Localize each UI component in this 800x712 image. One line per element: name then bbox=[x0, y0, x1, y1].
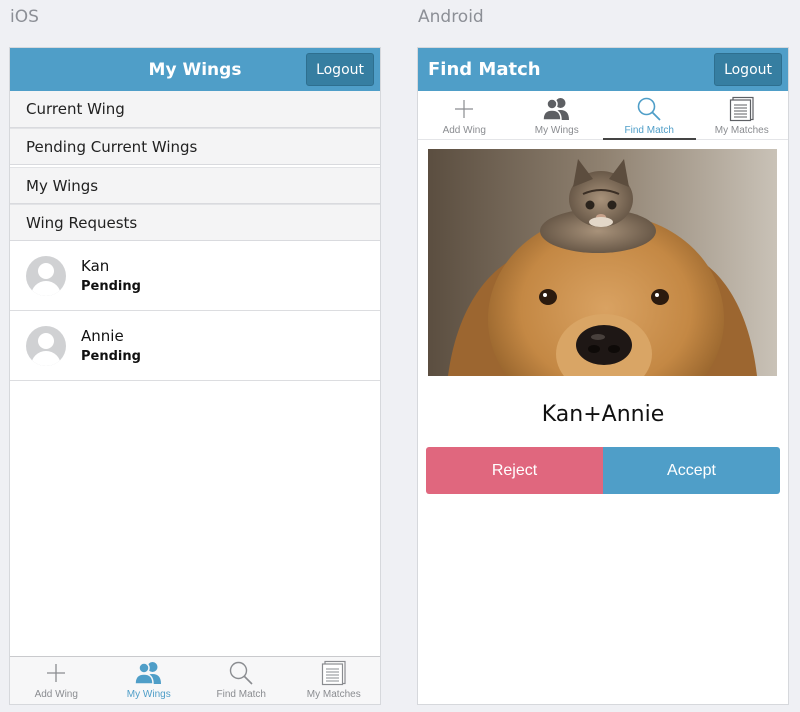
tab-label: My Matches bbox=[306, 689, 361, 700]
android-app-bar: Find Match Logout bbox=[418, 48, 788, 91]
ios-platform-label: iOS bbox=[10, 7, 39, 27]
tab-my-wings[interactable]: My Wings bbox=[103, 657, 196, 704]
list-icon bbox=[321, 660, 347, 686]
tab-my-matches[interactable]: My Matches bbox=[288, 657, 381, 704]
plus-icon bbox=[45, 660, 67, 686]
ios-tab-bar: Add Wing My Wings Find Match My Matches bbox=[10, 656, 380, 704]
tab-label: My Matches bbox=[714, 125, 769, 136]
status-label: Pending bbox=[81, 279, 141, 294]
match-photo bbox=[428, 149, 777, 376]
match-name: Kan+Annie bbox=[541, 402, 665, 427]
section-header-current-wing: Current Wing bbox=[10, 91, 380, 128]
android-tab-strip: Add Wing My Wings Find Match My Matches bbox=[418, 91, 788, 140]
android-platform-label: Android bbox=[418, 7, 484, 27]
section-header-my-wings: My Wings bbox=[10, 167, 380, 204]
list-item[interactable]: Annie Pending bbox=[10, 311, 380, 381]
tab-label: Add Wing bbox=[34, 689, 78, 700]
people-icon bbox=[541, 95, 572, 123]
magnifier-icon bbox=[228, 660, 254, 686]
plus-icon bbox=[454, 95, 474, 123]
tab-label: Find Match bbox=[624, 125, 674, 136]
logout-button[interactable]: Logout bbox=[714, 53, 782, 86]
tab-find-match[interactable]: Find Match bbox=[195, 657, 288, 704]
tab-find-match[interactable]: Find Match bbox=[603, 91, 696, 140]
list-item[interactable]: Kan Pending bbox=[10, 241, 380, 311]
wing-name: Kan bbox=[81, 257, 110, 275]
people-icon bbox=[133, 660, 164, 686]
tab-label: My Wings bbox=[126, 689, 171, 700]
page-title: Find Match bbox=[428, 59, 541, 80]
tab-add-wing[interactable]: Add Wing bbox=[418, 91, 511, 139]
match-actions: Reject Accept bbox=[426, 447, 780, 494]
tab-my-wings[interactable]: My Wings bbox=[511, 91, 604, 139]
wing-name: Annie bbox=[81, 327, 124, 345]
tab-label: Find Match bbox=[216, 689, 266, 700]
reject-button[interactable]: Reject bbox=[426, 447, 603, 494]
tab-label: My Wings bbox=[534, 125, 579, 136]
logout-button[interactable]: Logout bbox=[306, 53, 374, 86]
tab-label: Add Wing bbox=[442, 125, 486, 136]
status-label: Pending bbox=[81, 349, 141, 364]
section-header-wing-requests: Wing Requests bbox=[10, 204, 380, 241]
tab-my-matches[interactable]: My Matches bbox=[696, 91, 789, 139]
page-title: My Wings bbox=[148, 59, 242, 80]
accept-button[interactable]: Accept bbox=[603, 447, 780, 494]
magnifier-icon bbox=[636, 95, 662, 123]
avatar bbox=[26, 255, 66, 296]
android-phone-screen: Find Match Logout Add Wing My Wings Find… bbox=[418, 48, 788, 704]
avatar bbox=[26, 325, 66, 366]
section-header-pending-current-wings: Pending Current Wings bbox=[10, 128, 380, 165]
list-icon bbox=[729, 95, 755, 123]
ios-nav-bar: My Wings Logout bbox=[10, 48, 380, 91]
tab-add-wing[interactable]: Add Wing bbox=[10, 657, 103, 704]
ios-phone-screen: My Wings Logout Current Wing Pending Cur… bbox=[10, 48, 380, 704]
